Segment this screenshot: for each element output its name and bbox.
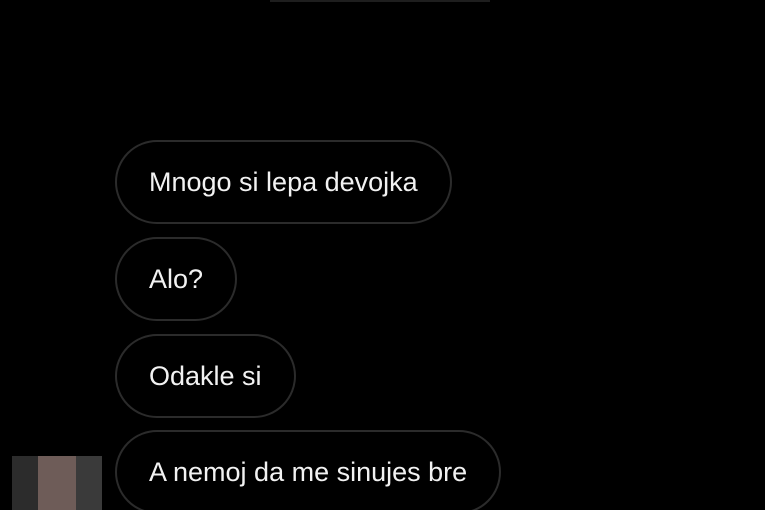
message-bubble[interactable]: Alo? bbox=[115, 237, 238, 321]
avatar-image-part bbox=[12, 456, 38, 510]
chat-thread: Mnogo si lepa devojka Alo? Odakle si A n… bbox=[0, 0, 765, 510]
message-bubble[interactable]: Odakle si bbox=[115, 334, 296, 418]
avatar-image-part bbox=[76, 456, 102, 510]
message-text: Odakle si bbox=[149, 361, 262, 391]
message-text: Mnogo si lepa devojka bbox=[149, 167, 418, 197]
message-text: Alo? bbox=[149, 264, 204, 294]
message-text: A nemoj da me sinujes bre bbox=[149, 457, 468, 487]
avatar[interactable] bbox=[12, 456, 102, 510]
message-bubble[interactable]: A nemoj da me sinujes bre bbox=[115, 430, 502, 510]
avatar-image-part bbox=[38, 456, 76, 510]
message-bubble[interactable]: Mnogo si lepa devojka bbox=[115, 140, 452, 224]
